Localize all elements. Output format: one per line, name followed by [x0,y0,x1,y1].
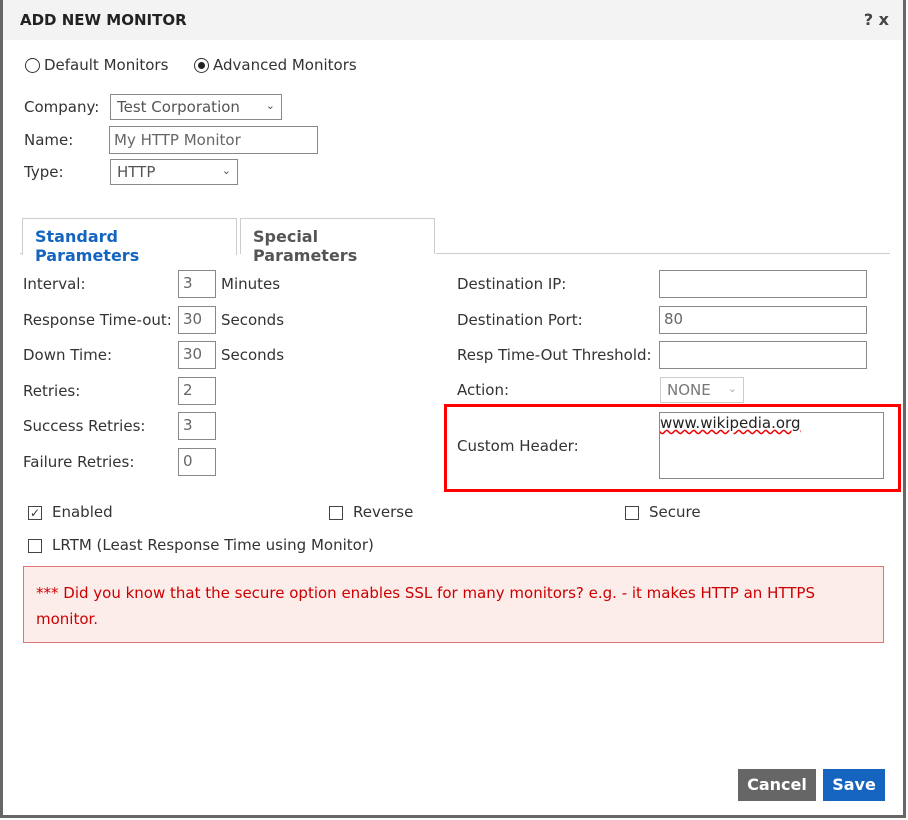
destination-ip-input[interactable] [659,270,867,298]
action-value: NONE [667,381,711,399]
interval-input[interactable]: 3 [178,270,216,298]
secure-checkbox[interactable] [625,506,639,520]
name-label: Name: [24,131,74,149]
company-select[interactable]: Test Corporation ⌄ [110,94,282,120]
secure-label: Secure [649,503,701,521]
action-label: Action: [457,381,510,399]
interval-unit: Minutes [221,275,281,293]
tab-standard-parameters[interactable]: Standard Parameters [22,218,237,265]
custom-header-value: www.wikipedia.org [660,414,801,432]
down-time-input[interactable]: 30 [178,341,216,369]
action-select[interactable]: NONE ⌄ [660,377,744,403]
enabled-label: Enabled [52,503,113,521]
enabled-checkbox[interactable]: ✓ [28,506,42,520]
radio-default-monitors[interactable] [25,58,40,73]
interval-label: Interval: [23,275,86,293]
retries-input[interactable]: 2 [178,377,216,405]
lrtm-label: LRTM (Least Response Time using Monitor) [52,536,374,554]
lrtm-checkbox[interactable] [28,539,42,553]
name-input[interactable] [109,126,318,154]
type-select[interactable]: HTTP ⌄ [110,159,238,185]
reverse-label: Reverse [353,503,414,521]
dialog-header: ADD NEW MONITOR ? x [3,0,903,40]
retries-label: Retries: [23,382,81,400]
help-icon[interactable]: ? [864,10,873,29]
down-time-label: Down Time: [23,346,113,364]
radio-advanced-monitors[interactable] [194,58,209,73]
company-value: Test Corporation [117,98,240,116]
chevron-down-icon: ⌄ [265,99,275,112]
close-icon[interactable]: x [879,10,889,29]
type-value: HTTP [117,163,156,181]
reverse-checkbox[interactable] [329,506,343,520]
response-timeout-unit: Seconds [221,311,285,329]
tip-message: *** Did you know that the secure option … [23,566,884,643]
radio-advanced-label: Advanced Monitors [213,56,357,74]
destination-port-label: Destination Port: [457,311,583,329]
threshold-input[interactable] [659,341,867,369]
tab-special-parameters[interactable]: Special Parameters [240,218,435,265]
type-label: Type: [24,163,64,181]
failure-retries-input[interactable]: 0 [178,448,216,476]
dialog-title: ADD NEW MONITOR [20,11,187,29]
chevron-down-icon: ⌄ [727,382,737,395]
success-retries-input[interactable]: 3 [178,412,216,440]
destination-ip-label: Destination IP: [457,275,567,293]
success-retries-label: Success Retries: [23,417,146,435]
radio-default-label: Default Monitors [44,56,169,74]
tab-divider [20,253,22,254]
response-timeout-label: Response Time-out: [23,311,172,329]
destination-port-input[interactable]: 80 [659,306,867,334]
threshold-label: Resp Time-Out Threshold: [457,346,652,364]
cancel-button[interactable]: Cancel [738,769,816,801]
failure-retries-label: Failure Retries: [23,453,135,471]
custom-header-label: Custom Header: [457,437,579,455]
save-button[interactable]: Save [823,769,885,801]
tab-divider [436,253,890,254]
company-label: Company: [24,98,100,116]
chevron-down-icon: ⌄ [221,164,231,177]
custom-header-textarea[interactable]: www.wikipedia.org [659,412,884,479]
down-time-unit: Seconds [221,346,285,364]
response-timeout-input[interactable]: 30 [178,306,216,334]
